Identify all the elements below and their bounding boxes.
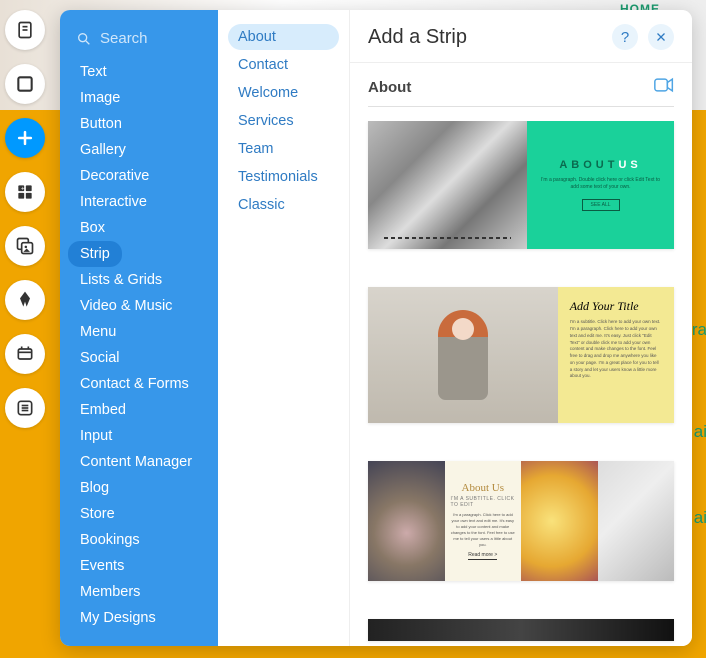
search-input[interactable]: Search (60, 24, 218, 59)
subcategory-item[interactable]: Classic (228, 192, 339, 218)
t2-body: I'm a subtitle. Click here to add your o… (570, 319, 662, 380)
strip-template-3[interactable]: About Us I'M A SUBTITLE. CLICK TO EDIT I… (368, 461, 674, 581)
category-item[interactable]: Blog (68, 475, 210, 501)
t1-title: ABOUTUS (559, 159, 641, 171)
category-item[interactable]: Events (68, 553, 210, 579)
subcategory-item[interactable]: Testimonials (228, 164, 339, 190)
bg-frag: ra (692, 320, 706, 340)
t2-title: Add Your Title (570, 299, 662, 313)
category-item[interactable]: My Designs (68, 605, 210, 631)
category-item[interactable]: Image (68, 85, 210, 111)
media-icon[interactable] (5, 226, 45, 266)
strip-template-1[interactable]: ABOUTUS I'm a paragraph. Double click he… (368, 121, 674, 249)
subcategory-item[interactable]: Contact (228, 52, 339, 78)
close-button[interactable] (648, 24, 674, 50)
page-icon[interactable] (5, 10, 45, 50)
category-item[interactable]: Social (68, 345, 210, 371)
svg-text:+: + (21, 185, 25, 192)
category-item[interactable]: Menu (68, 319, 210, 345)
category-column: Search TextImageButtonGalleryDecorativeI… (60, 10, 218, 646)
search-placeholder: Search (100, 30, 148, 47)
bg-frag: ai (694, 422, 706, 442)
category-item[interactable]: Members (68, 579, 210, 605)
category-item[interactable]: Text (68, 59, 210, 85)
t3-title: About Us (462, 482, 504, 494)
category-item[interactable]: Contact & Forms (68, 371, 210, 397)
video-icon (654, 77, 674, 93)
subcategory-item[interactable]: Welcome (228, 80, 339, 106)
subcategory-item[interactable]: Team (228, 136, 339, 162)
category-item[interactable]: Video & Music (68, 293, 210, 319)
t3-button: Read more > (468, 552, 497, 560)
category-item[interactable]: Embed (68, 397, 210, 423)
left-toolbar: + (0, 0, 50, 658)
add-panel: Search TextImageButtonGalleryDecorativeI… (60, 10, 692, 646)
category-item[interactable]: Box (68, 215, 210, 241)
category-item[interactable]: Store (68, 501, 210, 527)
help-button[interactable]: ? (612, 24, 638, 50)
search-icon (76, 31, 92, 47)
strip-template-2[interactable]: Add Your Title I'm a subtitle. Click her… (368, 287, 674, 423)
subcategory-item[interactable]: About (228, 24, 339, 50)
section-title: About (368, 79, 411, 96)
preview-scroll[interactable]: ABOUTUS I'm a paragraph. Double click he… (350, 121, 692, 646)
t3-body: I'm a paragraph. Click here to add your … (451, 512, 516, 548)
category-item[interactable]: Button (68, 111, 210, 137)
apps-icon[interactable]: + (5, 172, 45, 212)
category-item[interactable]: Bookings (68, 527, 210, 553)
video-help-button[interactable] (654, 77, 674, 98)
category-item[interactable]: Input (68, 423, 210, 449)
close-icon (655, 31, 667, 43)
list-icon[interactable] (5, 388, 45, 428)
add-icon[interactable] (5, 118, 45, 158)
category-item[interactable]: Decorative (68, 163, 210, 189)
bg-frag: ai (694, 508, 706, 528)
subcategory-column: AboutContactWelcomeServicesTeamTestimoni… (218, 10, 350, 646)
category-item[interactable]: Lists & Grids (68, 267, 210, 293)
category-item[interactable]: Interactive (68, 189, 210, 215)
strip-template-4[interactable] (368, 619, 674, 641)
t3-subtitle: I'M A SUBTITLE. CLICK TO EDIT (451, 496, 516, 508)
data-icon[interactable] (5, 334, 45, 374)
pen-icon[interactable] (5, 280, 45, 320)
subcategory-item[interactable]: Services (228, 108, 339, 134)
frame-icon[interactable] (5, 64, 45, 104)
panel-title: Add a Strip (368, 26, 467, 49)
category-item[interactable]: Strip (68, 241, 122, 267)
t1-button: SEE ALL (582, 199, 620, 211)
preview-column: Add a Strip ? About ABOUTUS I'm a paragr… (350, 10, 692, 646)
category-item[interactable]: Content Manager (68, 449, 210, 475)
t1-subtitle: I'm a paragraph. Double click here or cl… (538, 177, 663, 191)
category-item[interactable]: Gallery (68, 137, 210, 163)
